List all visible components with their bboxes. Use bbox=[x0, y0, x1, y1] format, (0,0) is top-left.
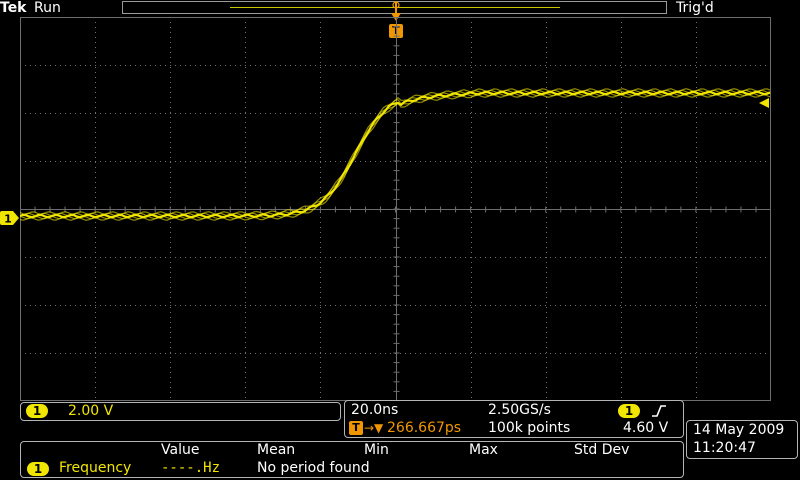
ch1-volts-per-div: 2.00 V bbox=[68, 403, 114, 419]
ch1-scale-readout[interactable]: 1 2.00 V bbox=[20, 402, 341, 421]
acquisition-run-state[interactable]: Run bbox=[34, 0, 61, 16]
col-header-min: Min bbox=[364, 442, 389, 458]
trigger-offset-t-icon: T bbox=[349, 421, 363, 435]
rising-edge-icon bbox=[652, 405, 666, 417]
ch1-waveform-trace bbox=[20, 88, 771, 221]
ch1-waveform-path bbox=[20, 89, 771, 217]
trigger-offset: 266.667ps bbox=[387, 420, 462, 436]
measurement-source-badge: 1 bbox=[27, 462, 49, 476]
col-header-std-dev: Std Dev bbox=[574, 442, 630, 458]
trigger-level: 4.60 V bbox=[623, 420, 669, 436]
graticule-grid bbox=[20, 17, 771, 401]
timebase-readout[interactable]: 20.0ns 2.50GS/s 1 T →▼ 266.667ps 100k po… bbox=[344, 400, 684, 438]
measurement-value: ----.Hz bbox=[161, 460, 221, 476]
ch1-ground-label: 1 bbox=[4, 213, 12, 226]
ch1-ground-marker-icon[interactable]: 1 bbox=[0, 210, 20, 226]
ch1-badge: 1 bbox=[26, 404, 48, 418]
trigger-source-badge: 1 bbox=[618, 404, 640, 418]
measurement-status: No period found bbox=[257, 460, 370, 476]
record-length: 100k points bbox=[488, 420, 571, 436]
brand-logo: Tek bbox=[0, 0, 27, 16]
measurement-readout[interactable]: Value Mean Min Max Std Dev 1 Frequency -… bbox=[20, 441, 684, 478]
trigger-level-arrow-icon[interactable] bbox=[759, 97, 771, 109]
time-per-div: 20.0ns bbox=[351, 402, 399, 418]
sample-rate: 2.50GS/s bbox=[488, 402, 551, 418]
col-header-mean: Mean bbox=[257, 442, 296, 458]
time: 11:20:47 bbox=[693, 440, 756, 456]
ch1-waveform-path bbox=[20, 90, 771, 219]
col-header-max: Max bbox=[469, 442, 498, 458]
date-time-readout: 14 May 2009 11:20:47 bbox=[686, 420, 798, 459]
measurement-name: Frequency bbox=[59, 460, 132, 476]
waveform-graticule[interactable] bbox=[20, 17, 771, 401]
col-header-value: Value bbox=[161, 442, 200, 458]
date: 14 May 2009 bbox=[693, 422, 785, 438]
trigger-status: Trig'd bbox=[676, 0, 714, 16]
trigger-offset-arrow-icon: →▼ bbox=[364, 421, 384, 435]
